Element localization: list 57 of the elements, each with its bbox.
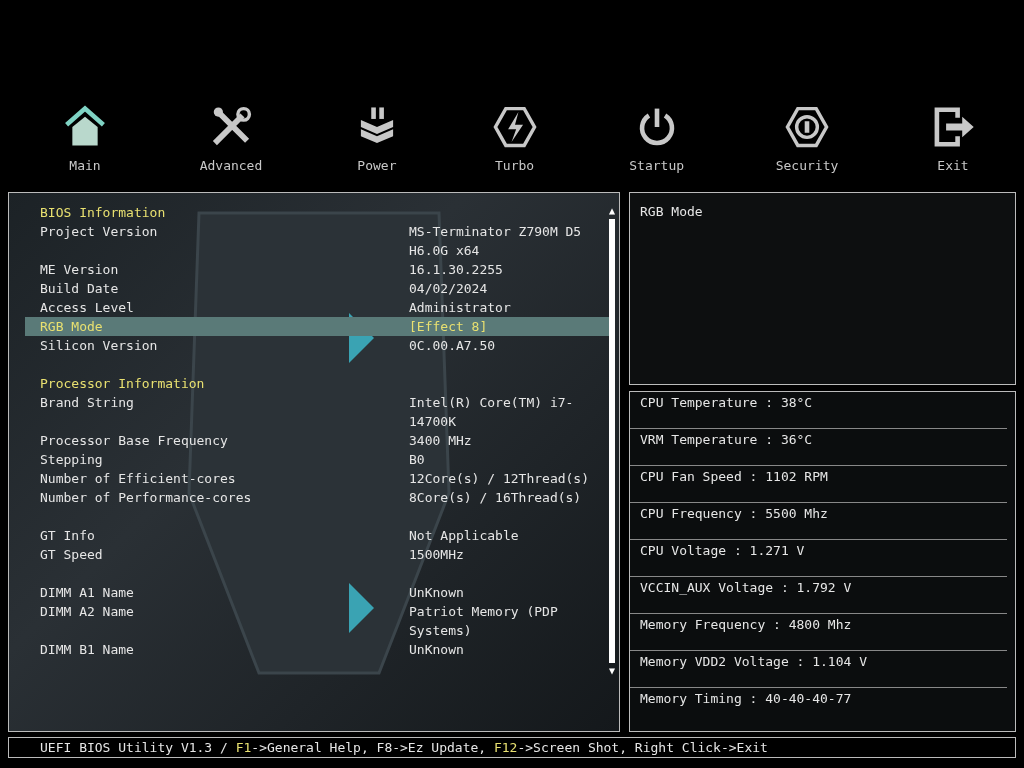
lightning-icon — [491, 104, 538, 150]
hardware-reading: VCCIN_AUX Voltage : 1.792 V — [630, 577, 1007, 614]
setting-value: Intel(R) Core(TM) i7-14700K — [409, 394, 575, 431]
setting-label: Number of Performance-cores — [40, 489, 253, 507]
setting-label: Stepping — [40, 451, 104, 469]
hardware-reading: VRM Temperature : 36°C — [630, 429, 1007, 466]
setting-value: UnKnown — [409, 641, 465, 659]
menu-tab[interactable]: Exit — [924, 100, 982, 192]
scroll-down-arrow[interactable]: ▼ — [609, 665, 616, 677]
section-heading: BIOS Information — [39, 204, 167, 222]
hexagon-icon — [784, 104, 830, 150]
setting-label: RGB Mode — [40, 318, 104, 336]
setting-label: GT Info — [40, 527, 96, 545]
setting-label: Processor Base Frequency — [40, 432, 229, 450]
setting-label: DIMM B1 Name — [40, 641, 135, 659]
menu-tab[interactable]: Security — [769, 100, 845, 192]
scroll-up-arrow[interactable]: ▲ — [609, 205, 616, 217]
hardware-reading: Memory Frequency : 4800 Mhz — [630, 614, 1007, 651]
setting-value: 12Core(s) / 12Thread(s) — [409, 470, 590, 488]
setting-label: GT Speed — [40, 546, 104, 564]
menu-tab[interactable]: Advanced — [193, 100, 269, 192]
hardware-reading: Memory VDD2 Voltage : 1.104 V — [630, 651, 1007, 688]
setting-label: Number of Efficient-cores — [40, 470, 237, 488]
hardware-reading: CPU Temperature : 38°C — [630, 392, 1007, 429]
menu-tab[interactable]: Power — [347, 100, 406, 192]
setting-value: Not Applicable — [409, 527, 520, 545]
setting-value: B0 — [409, 451, 426, 469]
scrollbar[interactable]: ▲ ▼ — [609, 193, 619, 731]
menu-tab[interactable]: Turbo — [485, 100, 544, 192]
setting-value: 1500MHz — [409, 546, 465, 564]
setting-value: UnKnown — [409, 584, 465, 602]
menu-tab[interactable]: Startup — [623, 100, 691, 192]
setting-value: MS-Terminator Z790M D5 H6.0G x64 — [409, 223, 583, 260]
setting-value: [Effect 8] — [409, 318, 489, 336]
setting-value: 8Core(s) / 16Thread(s) — [409, 489, 583, 507]
setting-value: 04/02/2024 — [409, 280, 489, 298]
setting-label: Brand String — [40, 394, 135, 412]
help-text: RGB Mode — [640, 204, 703, 219]
setting-value: 0C.00.A7.50 — [409, 337, 497, 355]
setting-label: Project Version — [40, 223, 159, 241]
setting-label: Silicon Version — [40, 337, 159, 355]
setting-value: Patriot Memory (PDP Systems) — [409, 603, 559, 640]
hardware-reading: CPU Frequency : 5500 Mhz — [630, 503, 1007, 540]
hardware-reading: Memory Timing : 40-40-40-77 — [639, 690, 853, 708]
setting-label: DIMM A1 Name — [40, 584, 135, 602]
setting-value: 3400 MHz — [409, 432, 473, 450]
setting-label: ME Version — [40, 261, 120, 279]
setting-label: Build Date — [40, 280, 120, 298]
hardware-reading: CPU Fan Speed : 1102 RPM — [630, 466, 1007, 503]
hardware-reading: CPU Voltage : 1.271 V — [630, 540, 1007, 577]
setting-value: Administrator — [409, 299, 512, 317]
status-bar-hint: UEFI BIOS Utility V1.3 / F1->General Help, F8->Ez Update, F12->Screen Shot, Right Click->Exit — [40, 739, 769, 756]
menu-tab[interactable]: Main — [56, 100, 114, 192]
section-heading: Processor Information — [39, 375, 206, 393]
setting-label: Access Level — [40, 299, 135, 317]
setting-value: 16.1.30.2255 — [409, 261, 504, 279]
setting-label: DIMM A2 Name — [40, 603, 135, 621]
